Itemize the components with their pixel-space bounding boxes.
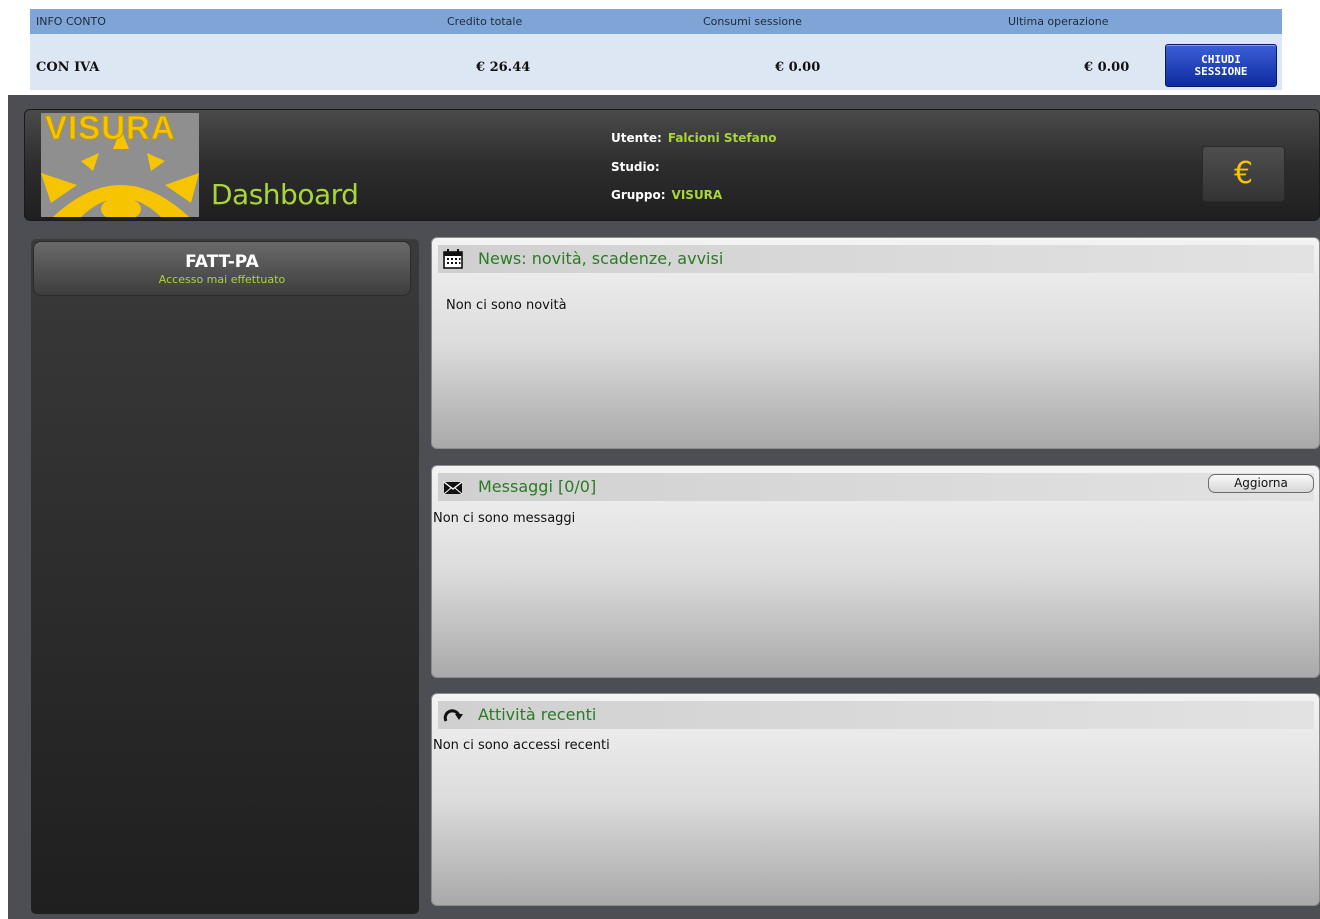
iva-label: CON IVA bbox=[36, 60, 100, 75]
info-conto-header: INFO CONTO bbox=[36, 15, 106, 28]
applications-sidebar: FATT-PA Accesso mai effettuato bbox=[31, 239, 419, 914]
activity-panel-body: Non ci sono accessi recenti bbox=[433, 738, 610, 753]
studio-info: Studio: bbox=[611, 160, 666, 174]
envelope-icon bbox=[443, 481, 463, 495]
app-name: FATT-PA bbox=[185, 252, 259, 272]
news-panel: News: novità, scadenze, avvisi Non ci so… bbox=[431, 237, 1320, 449]
user-label: Utente: bbox=[611, 131, 662, 145]
logo-text: VISURA bbox=[45, 113, 176, 147]
messages-panel-body: Non ci sono messaggi bbox=[433, 511, 576, 526]
studio-label: Studio: bbox=[611, 160, 660, 174]
news-panel-header: News: novità, scadenze, avvisi bbox=[438, 245, 1314, 273]
activity-panel-header: Attività recenti bbox=[438, 701, 1314, 729]
user-value: Falcioni Stefano bbox=[667, 131, 777, 145]
messages-panel-title: Messaggi [0/0] bbox=[478, 477, 597, 496]
news-panel-body: Non ci sono novità bbox=[446, 298, 567, 313]
visura-logo: VISURA bbox=[41, 113, 199, 217]
group-label: Gruppo: bbox=[611, 188, 666, 202]
credito-totale-value: € 26.44 bbox=[476, 60, 531, 75]
group-value: VISURA bbox=[671, 188, 723, 202]
news-panel-title: News: novità, scadenze, avvisi bbox=[478, 249, 724, 268]
consumi-sessione-header: Consumi sessione bbox=[703, 15, 802, 28]
credito-totale-header: Credito totale bbox=[447, 15, 523, 28]
calendar-icon bbox=[443, 249, 463, 269]
app-area: VISURA Dashboard Utente: Falcioni Stefano… bbox=[8, 95, 1320, 919]
credit-button[interactable]: € bbox=[1202, 146, 1285, 202]
refresh-messages-button[interactable]: Aggiorna bbox=[1208, 474, 1314, 493]
header-banner: VISURA Dashboard Utente: Falcioni Stefano… bbox=[24, 109, 1320, 221]
app-status: Accesso mai effettuato bbox=[158, 273, 286, 286]
ultima-operazione-header: Ultima operazione bbox=[1008, 15, 1109, 28]
messages-panel: Messaggi [0/0] Aggiorna Non ci sono mess… bbox=[431, 465, 1320, 678]
activity-panel: Attività recenti Non ci sono accessi rec… bbox=[431, 693, 1320, 906]
close-session-button[interactable]: CHIUDI SESSIONE bbox=[1165, 44, 1277, 87]
account-info-bar: INFO CONTO Credito totale Consumi sessio… bbox=[30, 9, 1282, 90]
group-info: Gruppo: VISURA bbox=[611, 188, 722, 202]
page-title: Dashboard bbox=[211, 178, 359, 211]
activity-panel-title: Attività recenti bbox=[478, 705, 597, 724]
app-tile-fatt-pa[interactable]: FATT-PA Accesso mai effettuato bbox=[33, 241, 411, 296]
user-info: Utente: Falcioni Stefano bbox=[611, 131, 776, 145]
ultima-operazione-value: € 0.00 bbox=[1084, 60, 1130, 75]
consumi-sessione-value: € 0.00 bbox=[775, 60, 821, 75]
account-info-header: INFO CONTO Credito totale Consumi sessio… bbox=[30, 9, 1282, 34]
euro-icon: € bbox=[1233, 156, 1254, 191]
refresh-arrow-icon bbox=[443, 709, 463, 722]
messages-panel-header: Messaggi [0/0] bbox=[438, 473, 1314, 501]
close-session-line2: SESSIONE bbox=[1194, 65, 1248, 78]
